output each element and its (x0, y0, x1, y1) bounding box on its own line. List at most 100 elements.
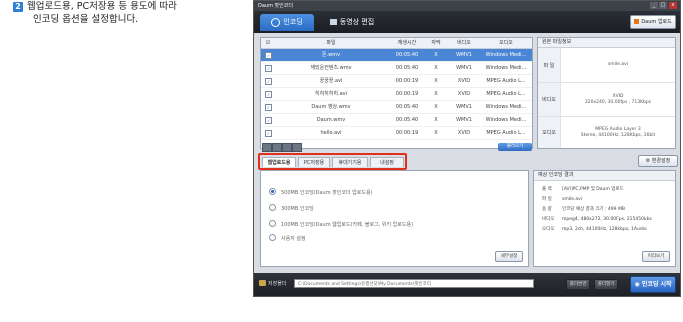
film-icon (329, 19, 337, 25)
move-top-button[interactable] (262, 143, 272, 152)
open-folder-button[interactable]: 폴더열기 (594, 279, 618, 290)
row-checkbox[interactable]: ✓ (265, 130, 272, 137)
file-cell-video: XVID (457, 78, 471, 84)
select-all-checkbox[interactable]: ☑ (264, 38, 272, 48)
detail-settings-button[interactable]: 세부설정 (495, 251, 523, 262)
result-file: 파 일 smile.avi (542, 197, 583, 202)
file-cell-name: 재밌운컨텐츠.wmv (310, 65, 352, 71)
source-audio-label: 오디오 (538, 117, 561, 148)
window-title: Daum 팟인코더 (258, 3, 293, 9)
col-video[interactable]: 비디오 (447, 38, 481, 48)
source-info-panel: 원본 파일정보 파 일 smile.avi 비디오 XVID 320x240, 3… (537, 37, 676, 149)
source-video-row: 비디오 XVID 320x240, 30.00fps , 713Kbps (538, 83, 675, 117)
col-audio[interactable]: 오디오 (483, 38, 529, 48)
list-toolbar (260, 143, 533, 152)
file-cell-duration: 00:00:19 (395, 130, 419, 136)
file-cell-video: WMV1 (456, 52, 472, 58)
file-row[interactable]: ✓ 꿍꿍꿍.avi 00:00:19 X XVID MPEG Audio L... (261, 75, 532, 88)
maximize-button[interactable]: □ (659, 2, 667, 9)
encoding-options-panel: 500MB 인코딩(Daum 팟인코더 업로드용) 300MB 인코딩 100M… (260, 170, 529, 267)
expected-result-panel: 예상 인코딩 결과 출 력 [AVI]PC,PMP 및 Daum 업로드 파 일s… (533, 170, 676, 267)
row-checkbox[interactable]: ✓ (265, 117, 272, 124)
daum-upload-button[interactable]: Daum 업로드 (630, 15, 676, 29)
file-cell-name: Daum.wmv (316, 117, 346, 123)
result-title: 예상 인코딩 결과 (534, 171, 675, 181)
file-cell-sub: X (434, 91, 438, 97)
gear-icon: ⚙ (645, 158, 651, 164)
option-custom[interactable]: 사용자 설정 (269, 234, 306, 243)
file-cell-video: WMV1 (456, 117, 472, 123)
file-row[interactable]: ✓ 재밌운컨텐츠.wmv 00:05:40 X WMV1 Windows Medi... (261, 62, 532, 75)
option-500mb[interactable]: 500MB 인코딩(Daum 팟인코더 업로드용) (269, 188, 373, 197)
row-checkbox[interactable]: ✓ (265, 91, 272, 98)
file-row[interactable]: ✓ 히히히히히.avi 00:00:19 X XVID MPEG Audio L... (261, 88, 532, 101)
file-cell-name: 꿍꿍꿍.avi (319, 78, 343, 84)
file-cell-duration: 00:05:40 (395, 117, 419, 123)
encode-icon (271, 17, 281, 27)
radio-100mb[interactable] (269, 220, 276, 227)
file-cell-name: 히히히히히.avi (314, 91, 347, 97)
close-button[interactable]: x (669, 2, 677, 9)
row-checkbox[interactable]: ✓ (265, 52, 272, 59)
result-video: 비디오 mpeg4, 480x272, 30.00Fps, 215450kbs (542, 217, 652, 222)
instruction-line-2: 인코딩 옵션을 설정합니다. (33, 14, 139, 25)
file-list-header: ☑ 파일 재생시간 자막 비디오 오디오 (261, 38, 532, 49)
move-bottom-button[interactable] (292, 143, 302, 152)
tab-encoding[interactable]: 인코딩 (260, 14, 314, 31)
environment-settings-button[interactable]: ⚙ 환경설정 (638, 155, 678, 167)
move-down-button[interactable] (282, 143, 292, 152)
source-file-label: 파 일 (538, 48, 561, 82)
file-row[interactable]: ✓ 똔.wmv 00:05:40 X WMV1 Windows Medi... (261, 49, 532, 62)
result-output: 출 력 [AVI]PC,PMP 및 Daum 업로드 (542, 187, 624, 192)
radio-custom[interactable] (269, 234, 276, 241)
tab-video-edit[interactable]: 동영상 편집 (320, 14, 384, 31)
minimize-button[interactable]: _ (650, 2, 658, 9)
env-settings-label: 환경설정 (651, 158, 671, 164)
preview-button[interactable]: 미리보기 (642, 251, 670, 262)
source-file-value: smile.avi (607, 62, 629, 67)
file-row[interactable]: ✓ hello.avi 00:00:19 X XVID MPEG Audio L... (261, 127, 532, 140)
col-file[interactable]: 파일 (275, 38, 387, 48)
start-encoding-label: 인코딩 시작 (641, 281, 672, 288)
add-file-button[interactable]: 불러오기 (498, 143, 532, 151)
file-cell-sub: X (434, 117, 438, 123)
highlight-box (258, 153, 407, 170)
radio-300mb[interactable] (269, 204, 276, 211)
tab-encoding-label: 인코딩 (283, 18, 303, 26)
source-audio-value: MPEG Audio Layer 3 Stereo, 44100Hz, 128Kb… (580, 126, 656, 138)
file-cell-name: 똔.wmv (321, 52, 341, 58)
file-cell-sub: X (434, 52, 438, 58)
source-video-label: 비디오 (538, 83, 561, 116)
option-100mb[interactable]: 100MB 인코딩(Daum 웹업로드(카페, 블로그, 위키 업로드용) (269, 220, 413, 229)
file-list: ☑ 파일 재생시간 자막 비디오 오디오 ✓ 똔.wmv 00:05:40 X WMV1… (260, 37, 533, 149)
option-300mb[interactable]: 300MB 인코딩 (269, 204, 314, 213)
col-duration[interactable]: 재생시간 (389, 38, 425, 48)
start-encoding-button[interactable]: ◉ 인코딩 시작 (630, 276, 676, 293)
file-cell-audio: MPEG Audio L... (486, 91, 526, 97)
col-subtitle[interactable]: 자막 (427, 38, 445, 48)
file-cell-duration: 00:05:40 (395, 104, 419, 110)
file-cell-video: WMV1 (456, 104, 472, 110)
row-checkbox[interactable]: ✓ (265, 65, 272, 72)
row-checkbox[interactable]: ✓ (265, 78, 272, 85)
file-row[interactable]: ✓ Daum.wmv 00:05:40 X WMV1 Windows Medi... (261, 114, 532, 127)
tab-video-edit-label: 동영상 편집 (339, 18, 375, 26)
file-row[interactable]: ✓ Daum 영상.wmv 00:05:40 X WMV1 Windows Medi... (261, 101, 532, 114)
change-folder-button[interactable]: 폴더변경 (566, 279, 590, 290)
add-file-label: 불러오기 (506, 144, 524, 149)
daum-upload-label: Daum 업로드 (641, 19, 672, 25)
file-cell-audio: MPEG Audio L... (486, 130, 526, 136)
start-icon: ◉ (634, 281, 640, 288)
save-path-field[interactable]: C:\Documents and Settings\유갤선닷\My Docume… (294, 279, 534, 288)
file-cell-audio: MPEG Audio L... (486, 78, 526, 84)
file-cell-name: hello.avi (320, 130, 342, 136)
file-cell-video: XVID (457, 130, 471, 136)
source-video-value: XVID 320x240, 30.00fps , 713Kbps (584, 93, 652, 105)
radio-500mb[interactable] (269, 188, 276, 195)
row-checkbox[interactable]: ✓ (265, 104, 272, 111)
step-number-badge: 2 (13, 2, 23, 12)
file-cell-duration: 00:00:19 (395, 91, 419, 97)
file-cell-duration: 00:05:40 (395, 52, 419, 58)
move-up-button[interactable] (272, 143, 282, 152)
file-cell-duration: 00:05:40 (395, 65, 419, 71)
